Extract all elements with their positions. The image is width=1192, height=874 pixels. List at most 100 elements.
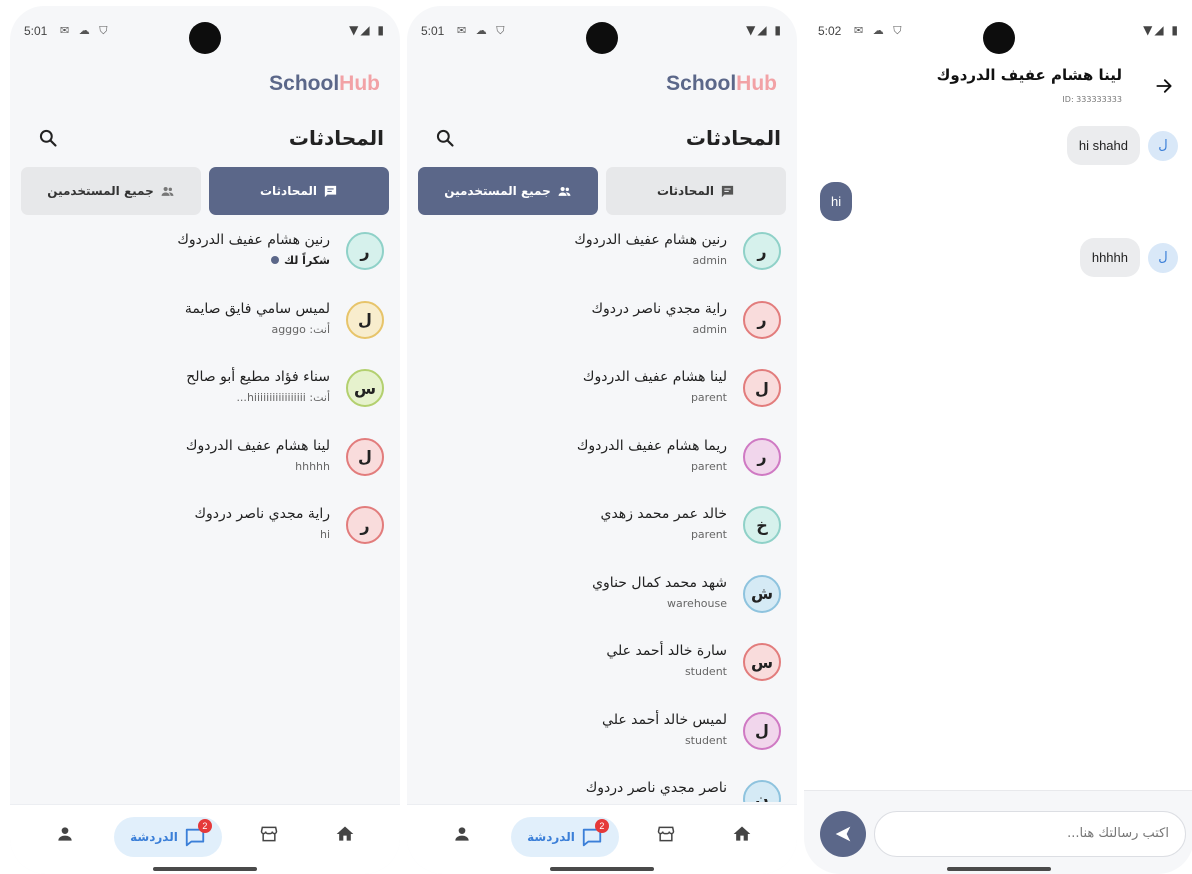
gesture-bar	[550, 867, 654, 871]
avatar: ش	[743, 574, 781, 613]
profile-nav-button[interactable]	[451, 823, 473, 845]
chat-nav-button[interactable]: 2 الدردشة	[114, 817, 222, 857]
chat-bubble-icon: 2	[184, 819, 212, 848]
message-input[interactable]: اكتب رسالتك هنا...	[874, 811, 1186, 857]
people-icon	[558, 186, 571, 196]
user-role: admin	[692, 322, 727, 336]
tab-conversations[interactable]: المحادثات	[606, 167, 786, 215]
list-item[interactable]: س سناء فؤاد مطيع أبو صالح أنت: hiiiiiiii…	[10, 364, 400, 433]
message-composer: اكتب رسالتك هنا...	[804, 790, 1192, 874]
list-item[interactable]: ل لينا هشام عفيف الدردوك parent	[407, 364, 797, 433]
avatar: ل	[743, 711, 781, 750]
list-item[interactable]: ل لينا هشام عفيف الدردوك hhhhh	[10, 433, 400, 502]
gesture-bar	[153, 867, 257, 871]
tab-all-users-label: جميع المستخدمين	[444, 184, 551, 198]
store-nav-button[interactable]	[258, 823, 280, 845]
tab-all-users[interactable]: جميع المستخدمين	[21, 167, 201, 215]
list-item[interactable]: ر راية مجدي ناصر دردوك hi	[10, 501, 400, 570]
chat-nav-button[interactable]: 2 الدردشة	[511, 817, 619, 857]
phone-screen-all-users: 5:01 ✉ ☁ ⛉ ▼◢ ▮ SchoolHub المحادثات جميع…	[407, 6, 797, 874]
list-item[interactable]: س سارة خالد أحمد علي student	[407, 638, 797, 707]
home-nav-button[interactable]	[731, 823, 753, 845]
avatar: ل	[1148, 130, 1178, 161]
contact-name: لينا هشام عفيف الدردوك	[185, 437, 330, 454]
back-arrow-icon[interactable]	[1154, 76, 1174, 96]
contact-name: سناء فؤاد مطيع أبو صالح	[186, 369, 330, 385]
home-icon	[336, 826, 354, 841]
profile-nav-button[interactable]	[54, 823, 76, 845]
user-role: parent	[690, 528, 727, 541]
send-icon	[835, 826, 851, 842]
list-item[interactable]: ر ريما هشام عفيف الدردوك parent	[407, 433, 797, 502]
search-icon[interactable]	[38, 128, 58, 148]
avatar: ل	[743, 369, 781, 407]
last-message: أنت: agggo	[271, 322, 330, 336]
avatar: ن	[743, 780, 781, 802]
home-nav-button[interactable]	[334, 823, 356, 845]
bottom-navigation: 2 الدردشة	[10, 804, 400, 874]
notification-badge: 2	[197, 819, 212, 833]
list-item[interactable]: ر راية مجدي ناصر دردوك admin	[407, 296, 797, 365]
chat-bubble-icon: 2	[581, 819, 609, 848]
avatar: ل	[1148, 242, 1178, 273]
message-bubble: hi shahd	[1066, 126, 1140, 165]
chat-icon	[721, 185, 734, 197]
app-logo: SchoolHub	[269, 72, 380, 95]
tab-bar: جميع المستخدمين المحادثات	[21, 167, 389, 215]
notification-badge: 2	[594, 819, 609, 833]
bottom-navigation: 2 الدردشة	[407, 804, 797, 874]
camera-cutout	[983, 22, 1015, 54]
status-notification-icons: ✉ ☁ ⛉	[854, 24, 905, 37]
send-button[interactable]	[820, 811, 866, 857]
list-item[interactable]: ل لميس خالد أحمد علي student	[407, 707, 797, 776]
search-icon[interactable]	[435, 128, 455, 148]
last-message: hhhhh	[295, 459, 330, 473]
avatar: ر	[743, 300, 781, 339]
list-item[interactable]: ر رنين هشام عفيف الدردوك شكراً لك	[10, 227, 400, 296]
avatar: س	[346, 369, 384, 407]
user-name: لينا هشام عفيف الدردوك	[582, 369, 727, 385]
contact-name: رنين هشام عفيف الدردوك	[177, 232, 330, 248]
message-incoming: hhhhh ل	[1079, 238, 1178, 277]
status-signal-icons: ▼◢ ▮	[746, 23, 783, 37]
status-time: 5:02	[818, 24, 842, 38]
message-input-placeholder: اكتب رسالتك هنا...	[1067, 826, 1169, 841]
message-incoming: hi shahd ل	[1066, 126, 1178, 165]
avatar: س	[743, 643, 781, 681]
list-item[interactable]: ل لميس سامي فايق صايمة أنت: agggo	[10, 296, 400, 365]
list-item[interactable]: خ خالد عمر محمد زهدي parent	[407, 501, 797, 570]
camera-cutout	[586, 22, 618, 54]
app-logo: SchoolHub	[666, 72, 777, 95]
contact-name: لميس سامي فايق صايمة	[184, 300, 330, 317]
status-notification-icons: ✉ ☁ ⛉	[457, 24, 508, 37]
user-name: رنين هشام عفيف الدردوك	[574, 232, 727, 248]
user-name: سارة خالد أحمد علي	[606, 643, 727, 659]
tab-conversations-label: المحادثات	[259, 184, 318, 198]
avatar: خ	[743, 506, 781, 544]
list-item[interactable]: ر رنين هشام عفيف الدردوك admin	[407, 227, 797, 296]
last-message: شكراً لك	[270, 254, 330, 267]
last-message: hi	[319, 528, 330, 541]
store-nav-button[interactable]	[655, 823, 677, 845]
page-title: المحادثات	[288, 126, 384, 150]
contact-name: راية مجدي ناصر دردوك	[194, 506, 330, 522]
person-icon	[58, 827, 72, 841]
last-message: أنت: hiiiiiiiiiiiiiiiii...	[236, 391, 330, 404]
people-icon	[161, 186, 174, 196]
tab-all-users-label: جميع المستخدمين	[47, 184, 154, 198]
chat-nav-label: الدردشة	[130, 830, 178, 844]
tab-conversations-label: المحادثات	[656, 184, 715, 198]
users-list: ر رنين هشام عفيف الدردوك admin ر راية مجدي …	[407, 227, 797, 802]
list-item[interactable]: ش شهد محمد كمال حناوي warehouse	[407, 570, 797, 639]
list-item[interactable]: ن ناصر مجدي ناصر دردوك	[407, 775, 797, 802]
user-name: ريما هشام عفيف الدردوك	[576, 437, 727, 454]
avatar: ر	[346, 232, 384, 270]
avatar: ر	[743, 437, 781, 476]
status-notification-icons: ✉ ☁ ⛉	[60, 24, 111, 37]
tab-conversations[interactable]: المحادثات	[209, 167, 389, 215]
avatar: ر	[346, 506, 384, 544]
status-time: 5:01	[421, 24, 445, 38]
tab-all-users[interactable]: جميع المستخدمين	[418, 167, 598, 215]
person-icon	[455, 827, 469, 841]
contact-name: لينا هشام عفيف الدردوك	[936, 66, 1122, 84]
